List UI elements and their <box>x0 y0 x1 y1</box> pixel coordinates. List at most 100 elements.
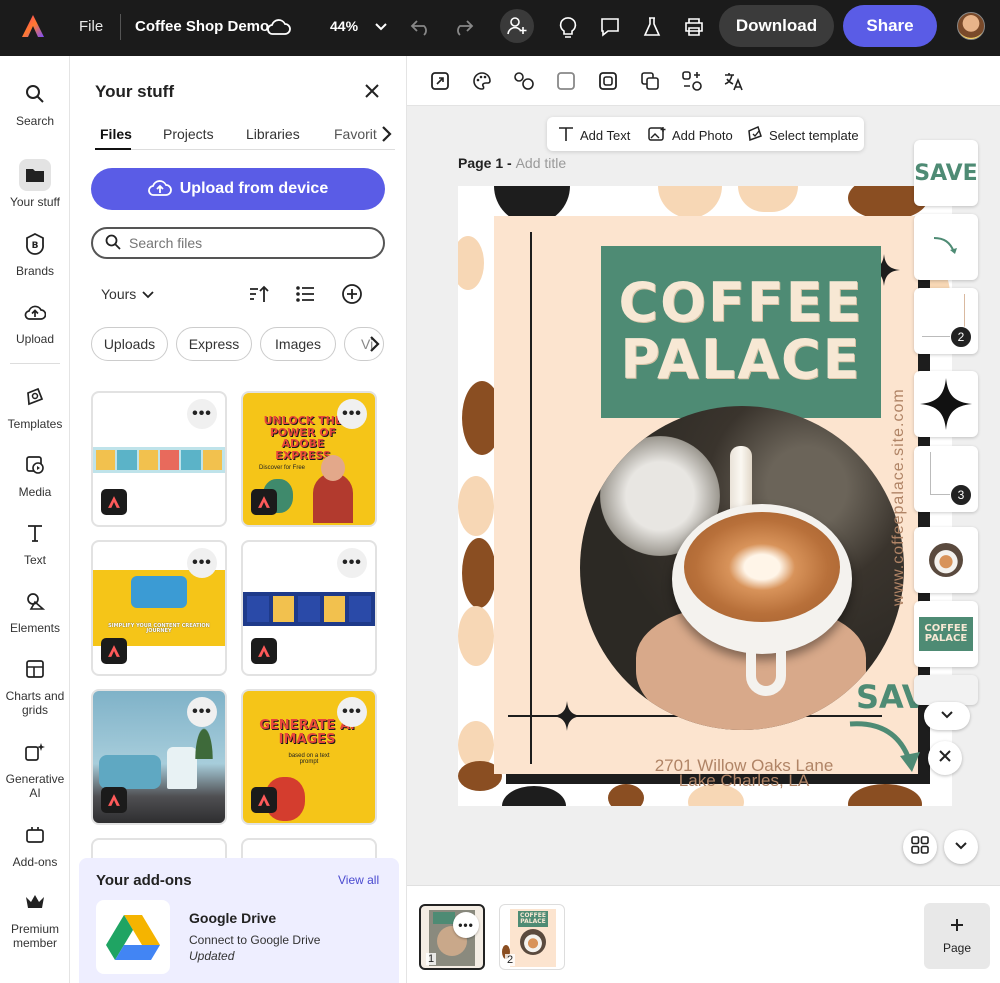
cloud-icon[interactable] <box>266 14 292 40</box>
view-all-link[interactable]: View all <box>338 873 379 887</box>
upload-from-device-button[interactable]: Upload from device <box>91 168 385 210</box>
file-card[interactable]: UNLOCK THE POWER OF ADOBE EXPRESS Discov… <box>241 391 377 527</box>
resize-icon[interactable] <box>429 70 451 92</box>
chip-express[interactable]: Express <box>176 327 252 361</box>
translate-icon[interactable] <box>723 70 745 92</box>
sort-icon[interactable] <box>247 282 271 306</box>
rail-item-media[interactable]: Media <box>0 449 70 499</box>
avatar[interactable] <box>957 12 985 40</box>
adobe-express-logo-icon[interactable] <box>20 13 46 39</box>
undo-icon[interactable] <box>408 14 434 40</box>
more-options-button[interactable]: ••• <box>187 697 217 727</box>
upload-label: Upload from device <box>179 180 329 197</box>
more-options-button[interactable]: ••• <box>337 399 367 429</box>
chevron-right-icon[interactable] <box>379 125 393 148</box>
redo-icon[interactable] <box>450 14 476 40</box>
tab-projects[interactable]: Projects <box>163 126 214 142</box>
google-drive-icon[interactable] <box>96 900 170 974</box>
add-page-button[interactable]: Page <box>924 903 990 969</box>
layer-thumb-frame[interactable]: 2 <box>914 288 978 354</box>
arrange-icon[interactable] <box>681 70 703 92</box>
close-icon[interactable] <box>361 80 383 102</box>
search-icon <box>19 78 51 110</box>
rail-item-premium[interactable]: Premium member <box>0 886 70 950</box>
grid-view-button[interactable] <box>903 830 937 864</box>
page-thumb-2[interactable]: COFFEE PALACE 2 <box>499 904 565 970</box>
strip-expand-button[interactable] <box>924 702 970 730</box>
add-title-placeholder[interactable]: Add title <box>516 155 567 171</box>
tab-favorites[interactable]: Favorit <box>334 126 377 142</box>
search-files-field[interactable] <box>91 227 385 259</box>
rail-item-addons[interactable]: Add-ons <box>0 819 70 869</box>
poster-title-box[interactable]: COFFEE PALACE <box>601 246 881 418</box>
zoom-level[interactable]: 44% <box>330 18 358 34</box>
layer-thumb-partial[interactable] <box>914 675 978 705</box>
rail-item-generative-ai[interactable]: Generative AI <box>0 736 70 800</box>
rail-item-your-stuff[interactable]: Your stuff <box>0 159 70 209</box>
more-options-button[interactable]: ••• <box>187 548 217 578</box>
page-title[interactable]: Page 1 - Add title <box>458 155 566 171</box>
owner-filter-dropdown[interactable]: Yours <box>101 286 154 302</box>
rail-item-brands[interactable]: B Brands <box>0 228 70 278</box>
layers-icon[interactable] <box>597 70 619 92</box>
duplicate-icon[interactable] <box>639 70 661 92</box>
comment-icon[interactable] <box>597 14 623 40</box>
more-options-button[interactable]: ••• <box>453 912 479 938</box>
close-strip-button[interactable] <box>928 741 962 775</box>
file-card[interactable]: ••• <box>91 391 227 527</box>
templates-icon <box>19 381 51 413</box>
document-title[interactable]: Coffee Shop Demo <box>135 18 269 35</box>
shapes-icon[interactable] <box>513 70 535 92</box>
chip-uploads[interactable]: Uploads <box>91 327 168 361</box>
layer-thumb-photo[interactable] <box>914 527 978 593</box>
addon-name[interactable]: Google Drive <box>189 910 276 926</box>
layer-thumb-logo[interactable]: COFFEE PALACE <box>914 601 978 667</box>
lightbulb-icon[interactable] <box>555 14 581 40</box>
rail-item-upload[interactable]: Upload <box>0 296 70 346</box>
add-circle-icon[interactable] <box>340 282 364 306</box>
poster-address[interactable]: 2701 Willow Oaks Lane Lake Charles, LA <box>604 757 884 789</box>
chevron-right-icon[interactable] <box>367 334 387 354</box>
select-template-button[interactable]: Select template <box>747 125 859 145</box>
more-options-button[interactable]: ••• <box>337 548 367 578</box>
coffee-bean <box>458 236 484 290</box>
layer-thumb-arrow[interactable] <box>914 214 978 280</box>
invite-collaborator-icon[interactable] <box>500 9 534 43</box>
palette-icon[interactable] <box>471 70 493 92</box>
add-text-button[interactable]: Add Text <box>558 126 630 145</box>
file-menu[interactable]: File <box>79 18 103 35</box>
add-photo-button[interactable]: Add Photo <box>648 126 733 145</box>
poster-canvas[interactable]: COFFEE PALACE www.coffeepalace.site.com … <box>458 186 952 806</box>
layer-thumb-lines[interactable]: 3 <box>914 446 978 512</box>
more-options-button[interactable]: ••• <box>187 399 217 429</box>
chip-images[interactable]: Images <box>260 327 336 361</box>
flask-icon[interactable] <box>639 14 665 40</box>
layer-thumb-sparkle[interactable] <box>914 371 978 437</box>
tab-files[interactable]: Files <box>100 126 132 142</box>
tab-libraries[interactable]: Libraries <box>246 126 300 142</box>
print-icon[interactable] <box>681 14 707 40</box>
chevron-down-icon[interactable] <box>368 14 394 40</box>
search-input[interactable] <box>129 235 359 251</box>
share-button[interactable]: Share <box>843 5 937 47</box>
rail-item-search[interactable]: Search <box>0 78 70 128</box>
rail-item-text[interactable]: Text <box>0 517 70 567</box>
list-view-icon[interactable] <box>293 282 317 306</box>
layer-thumb-save[interactable]: SAVE <box>914 140 978 206</box>
rail-item-charts[interactable]: Charts and grids <box>0 653 70 717</box>
media-icon <box>19 449 51 481</box>
file-card[interactable]: GENERATE AI IMAGES based on a text promp… <box>241 689 377 825</box>
collapse-pages-button[interactable] <box>944 830 978 864</box>
rectangle-icon[interactable] <box>555 70 577 92</box>
card-subtext: Discover for Free <box>259 465 306 471</box>
file-card[interactable]: SIMPLIFY YOUR CONTENT CREATION JOURNEY •… <box>91 540 227 676</box>
page-thumb-1[interactable]: ••• 1 <box>419 904 485 970</box>
file-card[interactable]: ••• <box>241 540 377 676</box>
poster-website[interactable]: www.coffeepalace.site.com <box>890 388 908 606</box>
add-page-label: Page <box>942 940 972 955</box>
rail-item-elements[interactable]: Elements <box>0 585 70 635</box>
download-button[interactable]: Download <box>719 5 834 47</box>
more-options-button[interactable]: ••• <box>337 697 367 727</box>
rail-item-templates[interactable]: Templates <box>0 381 70 431</box>
file-card[interactable]: ••• <box>91 689 227 825</box>
